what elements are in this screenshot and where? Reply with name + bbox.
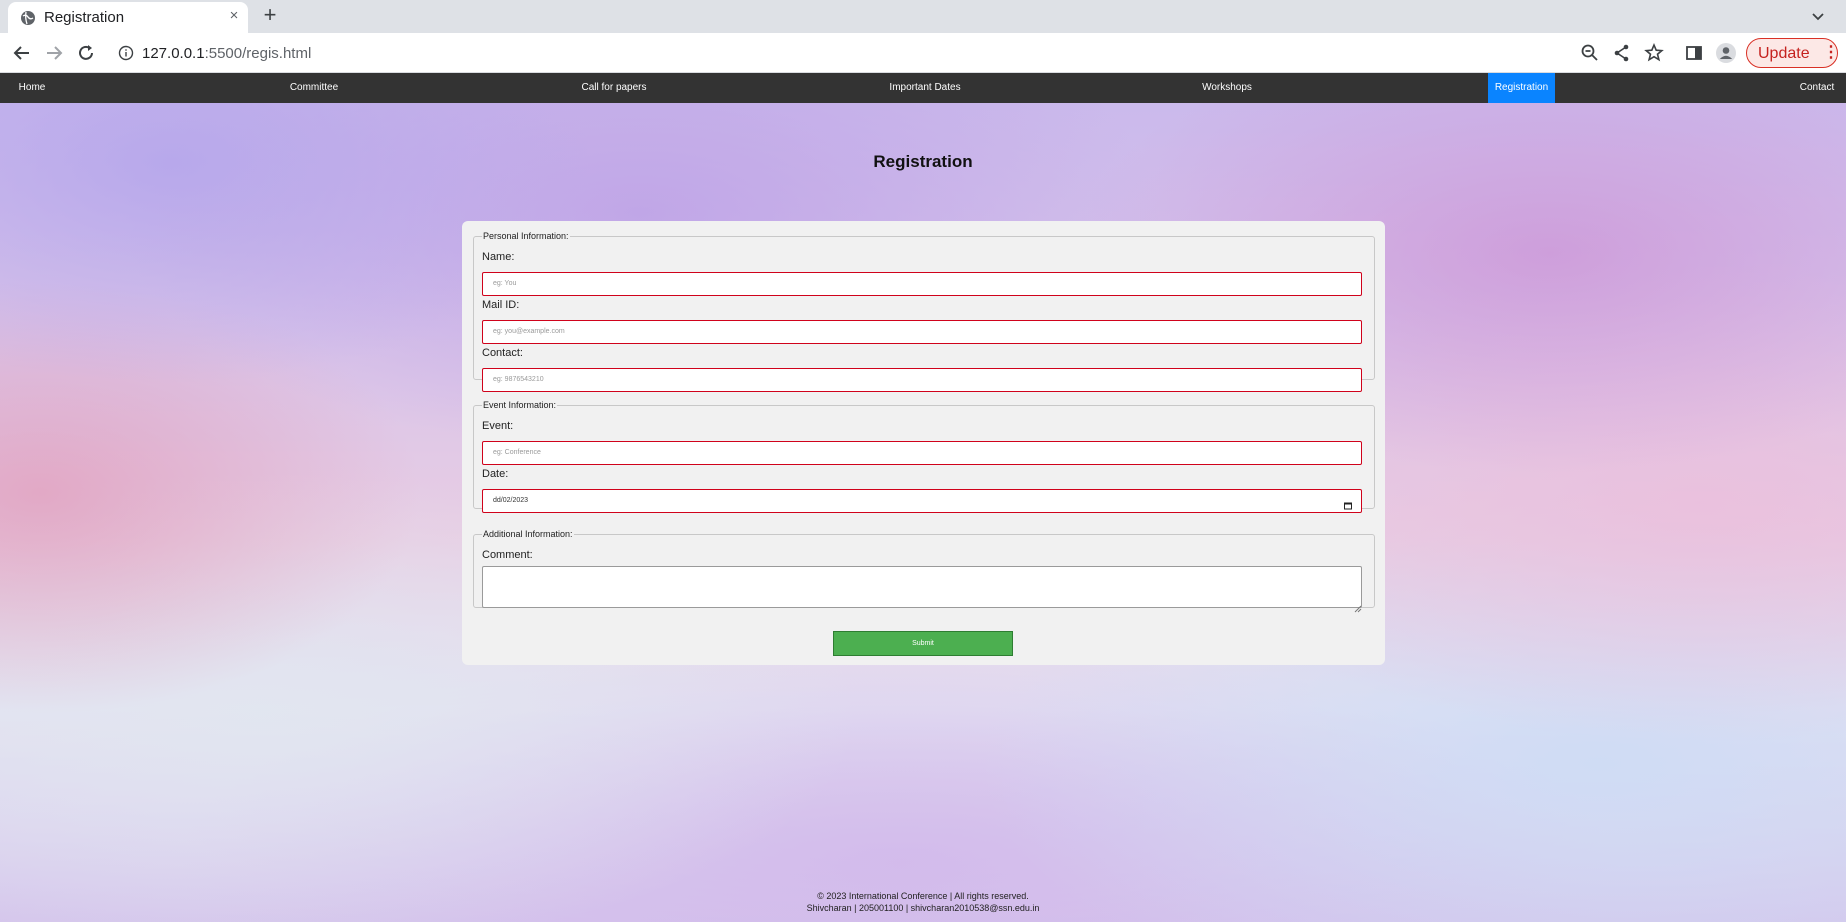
submit-button[interactable]: Submit [833, 631, 1013, 656]
mail-placeholder: eg: you@example.com [493, 328, 565, 335]
name-placeholder: eg: You [493, 280, 517, 287]
star-icon[interactable] [1642, 41, 1666, 65]
browser-tab-strip: Registration × + [0, 0, 1846, 33]
close-icon[interactable]: × [226, 8, 242, 24]
info-icon[interactable] [118, 45, 134, 61]
nav-link-call-for-papers[interactable]: Call for papers [573, 73, 655, 103]
name-label: Name: [482, 251, 515, 263]
forward-arrow-icon[interactable] [42, 41, 66, 65]
url-text: 127.0.0.1:5500/regis.html [142, 45, 311, 62]
event-placeholder: eg: Conference [493, 449, 541, 456]
side-panel-icon[interactable] [1682, 41, 1706, 65]
contact-input[interactable]: eg: 9876543210 [482, 368, 1362, 392]
nav-link-workshops[interactable]: Workshops [1196, 73, 1258, 103]
nav-link-contact[interactable]: Contact [1788, 73, 1846, 103]
mail-label: Mail ID: [482, 299, 520, 311]
nav-link-important-dates[interactable]: Important Dates [882, 73, 968, 103]
update-label: Update [1758, 45, 1810, 62]
additional-info-legend: Additional Information: [482, 529, 574, 539]
resize-grip-icon[interactable] [1354, 600, 1362, 613]
globe-icon [20, 10, 36, 26]
more-menu-icon[interactable]: ⋮ [1823, 44, 1839, 62]
contact-placeholder: eg: 9876543210 [493, 376, 544, 383]
nav-link-home[interactable]: Home [0, 73, 64, 103]
site-navbar: Home Committee Call for papers Important… [0, 73, 1846, 103]
reload-icon[interactable] [74, 41, 98, 65]
mail-input[interactable]: eg: you@example.com [482, 320, 1362, 344]
event-input[interactable]: eg: Conference [482, 441, 1362, 465]
comment-label: Comment: [482, 549, 533, 561]
event-label: Event: [482, 420, 514, 432]
name-input[interactable]: eg: You [482, 272, 1362, 296]
address-bar[interactable]: 127.0.0.1:5500/regis.html [108, 37, 1578, 69]
browser-toolbar: 127.0.0.1:5500/regis.html Update ⋮ [0, 33, 1846, 73]
comment-textarea[interactable] [482, 566, 1362, 608]
url-host: 127.0.0.1 [142, 45, 205, 62]
calendar-icon[interactable] [1343, 497, 1353, 510]
url-path: :5500/regis.html [204, 45, 312, 62]
back-arrow-icon[interactable] [10, 41, 34, 65]
nav-link-registration[interactable]: Registration [1488, 73, 1555, 103]
registration-form: Personal Information: Name: eg: You Mail… [462, 221, 1385, 665]
zoom-icon[interactable] [1578, 41, 1602, 65]
update-button[interactable]: Update ⋮ [1746, 38, 1839, 68]
tab-title: Registration [44, 9, 125, 26]
page-viewport: Home Committee Call for papers Important… [0, 73, 1846, 922]
event-info-fieldset: Event Information: Event: eg: Conference… [473, 400, 1375, 513]
page-title: Registration [873, 152, 973, 171]
profile-icon[interactable] [1714, 41, 1738, 65]
date-label: Date: [482, 468, 509, 480]
personal-info-legend: Personal Information: [482, 231, 570, 241]
personal-info-fieldset: Personal Information: Name: eg: You Mail… [473, 231, 1375, 392]
chevron-down-icon[interactable] [1808, 6, 1828, 26]
contact-label: Contact: [482, 347, 523, 359]
footer-author: Shivcharan | 205001100 | shivcharan20105… [806, 903, 1040, 913]
event-info-legend: Event Information: [482, 400, 558, 410]
browser-tab[interactable]: Registration × [8, 2, 248, 33]
additional-info-fieldset: Additional Information: Comment: [473, 529, 1375, 613]
nav-link-committee[interactable]: Committee [274, 73, 354, 103]
footer-copyright: © 2023 International Conference | All ri… [817, 891, 1029, 901]
date-input[interactable]: dd/02/2023 [482, 489, 1362, 513]
page-footer: © 2023 International Conference | All ri… [0, 890, 1846, 914]
date-value: dd/02/2023 [493, 497, 529, 504]
share-icon[interactable] [1610, 41, 1634, 65]
plus-icon[interactable]: + [258, 4, 282, 28]
